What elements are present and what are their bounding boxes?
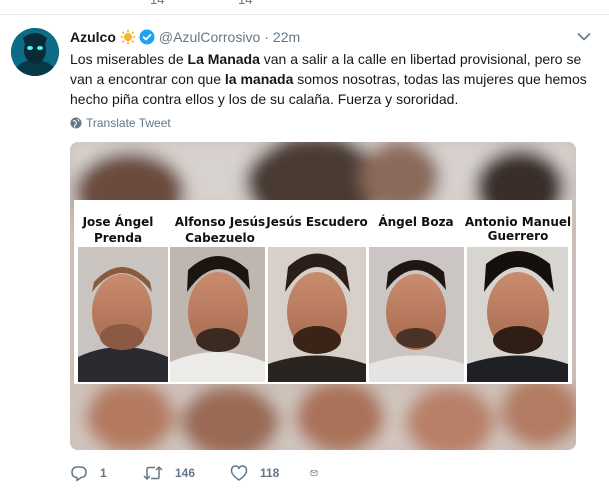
chevron-down-icon[interactable] — [577, 32, 591, 42]
separator-dot: · — [264, 29, 269, 45]
person-label: Jose Ángel — [82, 214, 154, 229]
avatar-image — [11, 28, 59, 76]
retweet-count: 146 — [175, 466, 196, 480]
mugshot-2 — [170, 247, 265, 382]
mugshot-5 — [467, 247, 568, 382]
mugshots-photo: Jose Ángel Prenda Alfonso Jesús Cabezuel… — [70, 142, 576, 450]
mugshot-4 — [369, 247, 464, 382]
tweet-text-segment: Los miserables de — [70, 51, 188, 67]
display-name[interactable]: Azulco — [70, 29, 116, 45]
person-label: Guerrero — [488, 229, 549, 243]
tweet-image[interactable]: Jose Ángel Prenda Alfonso Jesús Cabezuel… — [70, 142, 576, 450]
person-label: Ángel Boza — [378, 214, 453, 229]
like-button[interactable]: 118 — [230, 464, 310, 482]
translate-label: Translate Tweet — [86, 116, 171, 130]
envelope-icon — [310, 470, 318, 476]
previous-retweet-count: 14 — [238, 0, 252, 7]
person-label: Cabezuelo — [185, 231, 255, 245]
tweet-text-bold-segment: la manada — [224, 71, 294, 87]
reply-count: 1 — [100, 466, 107, 480]
verified-badge-icon — [139, 29, 155, 45]
reply-button[interactable]: 1 — [70, 464, 143, 482]
globe-icon — [70, 117, 82, 129]
retweet-icon — [143, 466, 163, 480]
timestamp[interactable]: 22m — [273, 29, 300, 45]
retweet-button[interactable]: 146 — [143, 464, 230, 482]
tweet-text-bold-segment: La Manada — [187, 51, 260, 67]
mugshot-3 — [268, 247, 366, 382]
mugshot-1 — [78, 247, 168, 382]
person-label: Jesús Escudero — [265, 215, 368, 229]
sun-emoji-icon — [120, 29, 136, 45]
tweet-header: Azulco @AzulCorrosivo · 22m — [70, 28, 300, 46]
avatar[interactable] — [11, 28, 59, 76]
like-count: 118 — [260, 466, 280, 480]
heart-icon — [230, 465, 248, 481]
person-label: Prenda — [94, 231, 142, 245]
tweet-text: Los miserables de La Manada van a salir … — [70, 49, 595, 109]
previous-tweet-strip: 14 14 — [0, 0, 609, 15]
reply-icon — [71, 466, 87, 482]
direct-message-button[interactable] — [310, 464, 330, 482]
person-label: Alfonso Jesús — [175, 215, 265, 229]
tweet-actions: 1 146 118 — [70, 464, 330, 482]
user-handle[interactable]: @AzulCorrosivo — [159, 29, 260, 45]
previous-reply-count: 14 — [150, 0, 164, 7]
person-label: Antonio Manuel — [465, 215, 571, 229]
translate-tweet-link[interactable]: Translate Tweet — [70, 116, 171, 130]
